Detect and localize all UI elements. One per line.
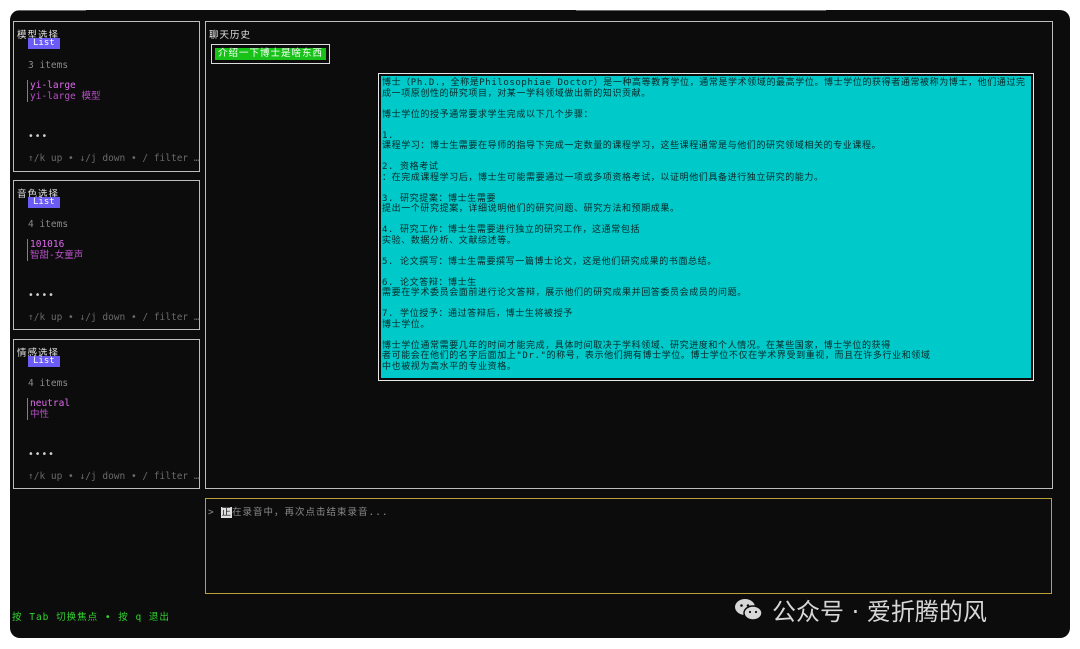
assistant-paragraph: 2. 资格考试 ：在完成课程学习后，博士生可能需要通过一项或多项资格考试，以证明他…	[382, 162, 824, 183]
list-badge: List	[28, 356, 60, 367]
item-title: yi-large	[30, 80, 76, 91]
message-input-area[interactable]: > 正在录音中，再次点击结束录音...	[205, 498, 1052, 594]
list-item-selected[interactable]: yi-large yi-large 模型	[27, 80, 100, 102]
input-caret: 正	[221, 507, 232, 518]
item-description: yi-large 模型	[30, 91, 101, 102]
assistant-message-text: 博士（Ph.D.，全称是Philosophiae Doctor）是一种高等教育学…	[381, 76, 1031, 378]
list-badge: List	[28, 38, 60, 49]
list-item-selected[interactable]: 101016 智甜-女童声	[27, 239, 83, 261]
key-help: ↑/k up • ↓/j down • / filter …	[28, 312, 200, 323]
items-count: 4 items	[28, 378, 69, 389]
pagination-dots: ••••	[28, 449, 55, 460]
emotion-select-panel[interactable]: 情感选择 List 4 items neutral 中性 •••• ↑/k up…	[13, 339, 200, 489]
list-item-selected[interactable]: neutral 中性	[27, 398, 70, 420]
assistant-message-bubble: 博士（Ph.D.，全称是Philosophiae Doctor）是一种高等教育学…	[378, 73, 1034, 381]
list-badge: List	[28, 197, 60, 208]
items-count: 4 items	[28, 219, 69, 230]
item-description: 智甜-女童声	[30, 250, 84, 261]
assistant-paragraph: 3. 研究提案：博士生需要 提出一个研究提案，详细说明他们的研究问题、研究方法和预…	[382, 193, 680, 215]
input-prompt: >	[208, 507, 215, 518]
assistant-paragraph: 4. 研究工作：博士生需要进行独立的研究工作，这通常包括 实验、数据分析、文献综述…	[382, 225, 641, 246]
terminal-window: 模型选择 List 3 items yi-large yi-large 模型 •…	[10, 10, 1070, 638]
input-text: 在录音中，再次点击结束录音...	[231, 507, 389, 518]
user-message-bubble: 介绍一下博士是啥东西	[211, 44, 331, 64]
assistant-paragraph: 5. 论文撰写：博士生需要撰写一篇博士论文，这是他们研究成果的书面总结。	[382, 256, 717, 267]
model-select-panel[interactable]: 模型选择 List 3 items yi-large yi-large 模型 •…	[13, 21, 200, 172]
assistant-paragraph: 1. 课程学习：博士生需要在导师的指导下完成一定数量的课程学习，这些课程通常是与他…	[382, 130, 882, 152]
assistant-paragraph: 6. 论文答辩：博士生 需要在学术委员会面前进行论文答辩，展示他们的研究成果并回答…	[382, 277, 747, 299]
chat-history-panel[interactable]: 聊天历史 介绍一下博士是啥东西 博士（Ph.D.，全称是Philosophiae…	[205, 21, 1053, 489]
user-message-text: 介绍一下博士是啥东西	[215, 48, 327, 60]
item-title: 101016	[30, 239, 65, 250]
item-title: neutral	[30, 398, 71, 409]
input-line[interactable]: > 正在录音中，再次点击结束录音...	[208, 504, 389, 518]
assistant-paragraph: 博士学位的授予通常要求学生完成以下几个步骤：	[382, 109, 594, 120]
pagination-dots: ••••	[28, 290, 55, 301]
top-border-tick	[10, 10, 86, 11]
wechat-icon	[735, 598, 763, 621]
watermark-text: 公众号 · 爱折腾的风	[772, 598, 987, 626]
voice-select-panel[interactable]: 音色选择 List 4 items 101016 智甜-女童声 •••• ↑/k…	[13, 180, 200, 330]
top-border-tick	[576, 10, 826, 11]
key-help: ↑/k up • ↓/j down • / filter …	[28, 153, 200, 164]
item-description: 中性	[30, 409, 50, 420]
watermark: 公众号 · 爱折腾的风	[734, 592, 987, 627]
chat-history-title: 聊天历史	[209, 30, 252, 41]
assistant-paragraph: 博士学位通常需要几年的时间才能完成，具体时间取决于学科领域、研究进度和个人情况。…	[382, 340, 931, 372]
items-count: 3 items	[28, 60, 69, 71]
assistant-paragraph: 博士（Ph.D.，全称是Philosophiae Doctor）是一种高等教育学…	[382, 78, 1026, 99]
pagination-dots: •••	[28, 131, 49, 142]
footer-key-hint: 按 Tab 切换焦点 • 按 q 退出	[12, 612, 170, 623]
assistant-paragraph: 7. 学位授予：通过答辩后，博士生将被授予 博士学位。	[382, 309, 573, 330]
key-help: ↑/k up • ↓/j down • / filter …	[28, 471, 200, 482]
